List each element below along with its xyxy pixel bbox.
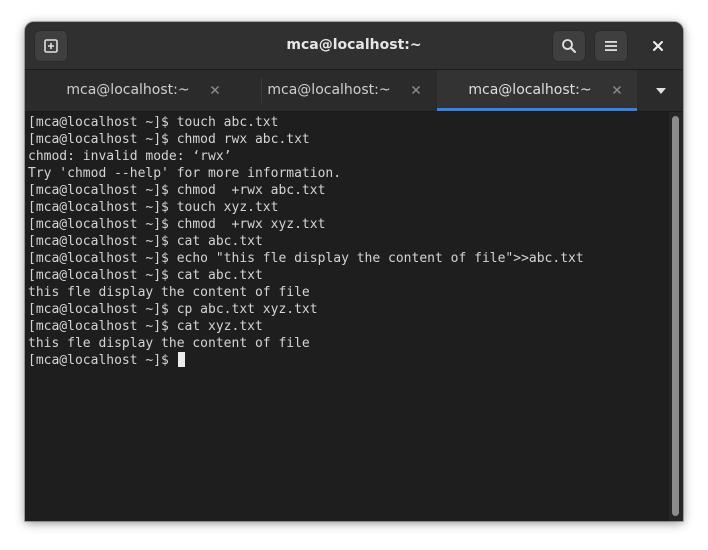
terminal-line: [mca@localhost ~]$ chmod +rwx abc.txt (28, 183, 326, 198)
scrollbar-thumb[interactable] (672, 116, 679, 516)
terminal-line: Try 'chmod --help' for more information. (28, 166, 342, 181)
terminal-line: [mca@localhost ~]$ cat abc.txt (28, 234, 263, 249)
active-tab-indicator (437, 108, 637, 111)
hamburger-menu-icon (605, 41, 617, 51)
terminal-line: [mca@localhost ~]$ cp abc.txt xyz.txt (28, 302, 318, 317)
tab-list-dropdown-button[interactable] (645, 80, 677, 102)
search-button[interactable] (552, 30, 586, 62)
tab-label: mca@localhost:~ (66, 82, 190, 98)
close-icon (411, 85, 421, 95)
new-tab-icon (44, 39, 58, 53)
terminal-line: this fle display the content of file (28, 285, 310, 300)
tab-2[interactable]: mca@localhost:~ (236, 70, 436, 111)
text-cursor (177, 352, 185, 367)
window-close-button[interactable] (642, 30, 674, 62)
tab-label: mca@localhost:~ (468, 82, 592, 98)
terminal-line: [mca@localhost ~]$ chmod rwx abc.txt (28, 132, 310, 147)
terminal-scrollbar[interactable] (669, 112, 683, 521)
tab-close-button[interactable] (209, 84, 221, 96)
tab-bar: mca@localhost:~ mca@localhost:~ mca@loca… (25, 70, 683, 112)
terminal-line: [mca@localhost ~]$ touch xyz.txt (28, 200, 279, 215)
tab-close-button[interactable] (611, 84, 623, 96)
new-tab-button[interactable] (34, 30, 68, 62)
terminal-line: chmod: invalid mode: ‘rwx’ (28, 149, 232, 164)
terminal-line: [mca@localhost ~]$ chmod +rwx xyz.txt (28, 217, 326, 232)
tab-close-button[interactable] (410, 84, 422, 96)
terminal-line: [mca@localhost ~]$ cat abc.txt (28, 268, 263, 283)
header-bar: mca@localhost:~ (25, 22, 683, 70)
close-icon (612, 85, 622, 95)
terminal-prompt: [mca@localhost ~]$ (28, 353, 177, 368)
main-menu-button[interactable] (594, 30, 628, 62)
close-icon (653, 41, 663, 51)
terminal-line: [mca@localhost ~]$ cat xyz.txt (28, 319, 263, 334)
terminal-output[interactable]: [mca@localhost ~]$ touch abc.txt [mca@lo… (25, 112, 669, 521)
terminal-window: mca@localhost:~ mca@localhost:~ mca@loca… (25, 22, 683, 521)
terminal-line: this fle display the content of file (28, 336, 310, 351)
close-icon (210, 85, 220, 95)
tab-label: mca@localhost:~ (267, 82, 391, 98)
search-icon (562, 39, 576, 53)
chevron-down-icon (656, 88, 666, 94)
terminal-prompt-line[interactable]: [mca@localhost ~]$ (28, 352, 584, 369)
terminal-line: [mca@localhost ~]$ echo "this fle displa… (28, 251, 584, 266)
tab-1[interactable]: mca@localhost:~ (35, 70, 235, 111)
tab-3-active[interactable]: mca@localhost:~ (437, 70, 637, 111)
terminal-line: [mca@localhost ~]$ touch abc.txt (28, 115, 279, 130)
terminal-lines: [mca@localhost ~]$ touch abc.txt [mca@lo… (28, 114, 584, 369)
